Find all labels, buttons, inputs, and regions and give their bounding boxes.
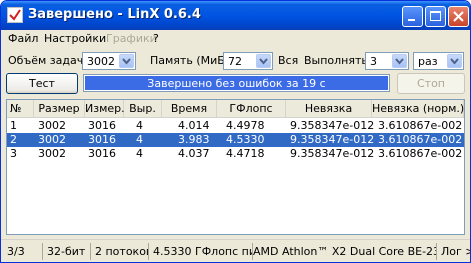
status-peak: 4.5330 ГФлопс пик (148, 243, 252, 260)
cell-residual-norm: 3.610867e-002 (378, 119, 463, 132)
cell-gflops: 4.4718 (226, 147, 265, 160)
column-header-residual[interactable]: Невязка (286, 100, 372, 117)
memory-combo[interactable]: 72 (223, 52, 273, 70)
status-cpu: AMD Athlon™ X2 Dual Core BE-2300 (252, 243, 436, 260)
table-row[interactable]: 1 3002 3016 4 4.014 4.4978 9.358347e-012 3.6108… (7, 119, 464, 133)
cell-number: 3 (10, 147, 17, 160)
table-row[interactable]: 2 3002 3016 4 3.983 4.5330 9.358347e-012 3.6108… (7, 133, 464, 147)
cell-residual-norm: 3.610867e-002 (378, 147, 463, 160)
cell-gflops: 4.5330 (226, 133, 265, 146)
column-header-residual-norm[interactable]: Невязка (норм.) (372, 100, 464, 117)
cell-residual: 9.358347e-012 (290, 133, 375, 146)
cell-measured: 3016 (88, 133, 116, 146)
menu-file[interactable]: Файл (8, 32, 38, 45)
status-progress: 3/3 (7, 245, 25, 258)
chevron-down-icon[interactable] (119, 54, 134, 68)
minimize-icon[interactable] (402, 6, 423, 27)
cell-number: 1 (10, 119, 17, 132)
progress-bar: Завершено без ошибок за 19 с (83, 74, 390, 92)
progress-text: Завершено без ошибок за 19 с (147, 77, 326, 90)
status-bitness: 32-бит (42, 243, 90, 260)
all-memory-label[interactable]: Вся (278, 54, 298, 67)
table-row[interactable]: 3 3002 3016 4 4.037 4.4718 9.358347e-012 3.6108… (7, 147, 464, 161)
linx-window: Завершено - LinX 0.6.4 Файл Настройки Гр… (0, 0, 471, 263)
column-header-number[interactable]: № (7, 100, 34, 117)
cell-alignment: 4 (136, 119, 143, 132)
chevron-down-icon[interactable] (447, 54, 462, 68)
test-button-label: Тест (29, 77, 55, 90)
menu-bar: Файл Настройки Графики ? (1, 30, 470, 49)
cell-size: 3002 (38, 119, 66, 132)
run-count-combo[interactable]: 3 (365, 52, 409, 70)
memory-value: 72 (228, 55, 242, 68)
menu-graphs[interactable]: Графики (106, 32, 157, 45)
test-button[interactable]: Тест (6, 73, 78, 94)
cell-gflops: 4.4978 (226, 119, 265, 132)
cell-time: 4.037 (178, 147, 210, 160)
status-threads: 2 потоков (90, 243, 148, 260)
column-header-gflops[interactable]: ГФлопс (217, 100, 286, 117)
run-label: Выполнять: (304, 54, 372, 67)
menu-help[interactable]: ? (153, 32, 159, 45)
window-title: Завершено - LinX 0.6.4 (28, 7, 201, 22)
column-header-measured[interactable]: Измер. (85, 100, 125, 117)
size-value: 3002 (87, 55, 115, 68)
column-header-size[interactable]: Размер (34, 100, 85, 117)
stop-button[interactable]: Стоп (397, 73, 465, 94)
column-header-alignment[interactable]: Выр. (124, 100, 162, 117)
chevron-down-icon[interactable] (392, 54, 407, 68)
maximize-icon[interactable] (425, 6, 446, 27)
cell-residual: 9.358347e-012 (290, 147, 375, 160)
column-header-time[interactable]: Время (162, 100, 217, 117)
run-unit-value: раз (418, 55, 438, 68)
run-count-value: 3 (370, 55, 377, 68)
stop-button-label: Стоп (416, 77, 445, 90)
results-table[interactable]: № Размер Измер. Выр. Время ГФлопс Невязк… (6, 99, 465, 235)
table-header: № Размер Измер. Выр. Время ГФлопс Невязк… (7, 100, 464, 118)
cell-alignment: 4 (136, 147, 143, 160)
title-bar[interactable]: Завершено - LinX 0.6.4 (1, 1, 470, 30)
cell-measured: 3016 (88, 147, 116, 160)
cell-size: 3002 (38, 133, 66, 146)
cell-residual-norm: 3.610867e-002 (378, 133, 463, 146)
close-icon[interactable] (448, 6, 469, 27)
cell-time: 3.983 (178, 133, 210, 146)
status-bar: 3/3 32-бит 2 потоков 4.5330 ГФлопс пик A… (1, 239, 470, 262)
memory-label: Память (МиБ): (150, 54, 233, 67)
run-unit-combo[interactable]: раз (413, 52, 464, 70)
menu-settings[interactable]: Настройки (44, 32, 106, 45)
app-check-icon[interactable] (7, 7, 23, 23)
cell-size: 3002 (38, 147, 66, 160)
log-toggle-button[interactable]: Лог > (436, 243, 470, 260)
chevron-down-icon[interactable] (256, 54, 271, 68)
cell-alignment: 4 (136, 133, 143, 146)
cell-residual: 9.358347e-012 (290, 119, 375, 132)
cell-number: 2 (10, 133, 17, 146)
size-combo[interactable]: 3002 (82, 52, 136, 70)
cell-time: 4.014 (178, 119, 210, 132)
cell-measured: 3016 (88, 119, 116, 132)
